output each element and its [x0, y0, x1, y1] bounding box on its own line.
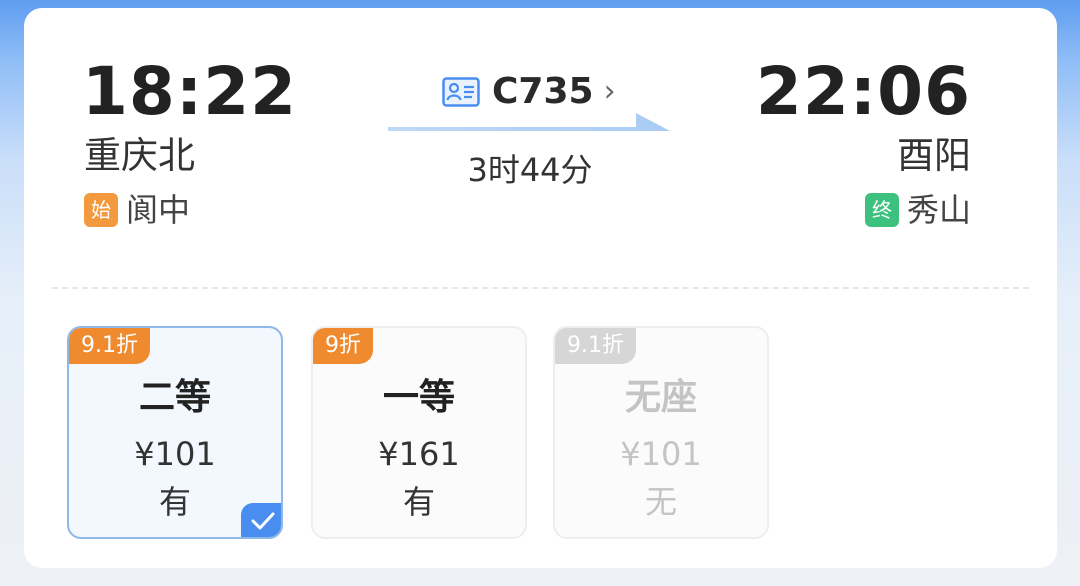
seat-class-name: 一等	[382, 377, 455, 418]
departure-time: 18:22	[82, 53, 298, 130]
seat-availability: 有	[402, 483, 435, 521]
origin-terminal: 始 阆中	[84, 188, 190, 232]
discount-badge: 9.1折	[555, 328, 636, 364]
destination-terminal-label: 秀山	[906, 191, 971, 229]
selected-check-icon	[241, 503, 281, 537]
dashed-divider	[52, 287, 1029, 289]
seat-class-name: 二等	[138, 377, 211, 418]
seat-option-first-class[interactable]: 9折 一等 ¥161 有	[311, 326, 527, 539]
departure-station: 重庆北	[84, 134, 195, 177]
seat-option-no-seat[interactable]: 9.1折 无座 ¥101 无	[553, 326, 769, 539]
origin-terminal-label: 阆中	[126, 191, 191, 229]
seat-price: ¥101	[620, 435, 702, 473]
seat-price: ¥161	[378, 435, 460, 473]
discount-badge: 9折	[313, 328, 373, 364]
arrival-station: 酉阳	[897, 134, 971, 177]
direction-arrow-icon	[388, 113, 670, 131]
chevron-right-icon: ›	[603, 74, 616, 109]
arrival-time: 22:06	[755, 53, 971, 130]
discount-badge: 9.1折	[69, 328, 150, 364]
start-badge: 始	[84, 193, 118, 227]
seat-class-name: 无座	[624, 377, 697, 418]
seat-option-second-class[interactable]: 9.1折 二等 ¥101 有	[67, 326, 283, 539]
seat-availability: 无	[644, 483, 677, 521]
train-number: C735	[492, 71, 594, 112]
travel-duration: 3时44分	[467, 151, 593, 189]
destination-terminal: 终 秀山	[864, 188, 971, 232]
id-card-icon	[442, 77, 480, 107]
train-card: 18:22 重庆北 始 阆中 C735 › 3时44分 22:06 酉阳 终 秀…	[24, 8, 1057, 568]
seat-price: ¥101	[134, 435, 216, 473]
train-number-link[interactable]: C735 ›	[442, 70, 616, 114]
end-badge: 终	[864, 193, 899, 227]
